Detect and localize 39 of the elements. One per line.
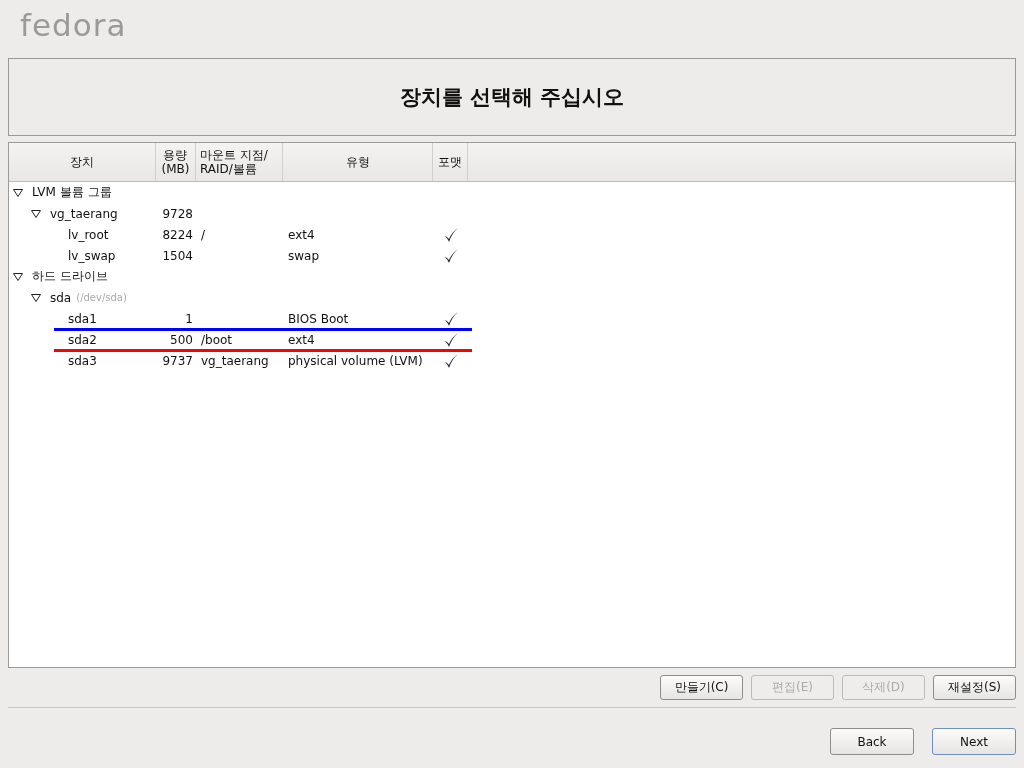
- device-path: (/dev/sda): [76, 292, 127, 303]
- type-cell: swap: [288, 248, 320, 263]
- device-name: sda1: [68, 311, 97, 326]
- size-cell: 8224: [162, 227, 193, 242]
- nav-button[interactable]: Back: [830, 728, 914, 755]
- size-cell: 500: [170, 332, 193, 347]
- type-cell: physical volume (LVM): [288, 353, 423, 368]
- device-name: 하드 드라이브: [32, 268, 108, 285]
- page-title: 장치를 선택해 주십시오: [399, 84, 625, 111]
- column-header[interactable]: 유형: [283, 143, 433, 181]
- expander-icon[interactable]: [13, 188, 23, 197]
- fedora-logo: fedora: [20, 6, 127, 45]
- device-name: lv_root: [68, 227, 109, 242]
- device-name: lv_swap: [68, 248, 116, 263]
- type-cell: ext4: [288, 332, 315, 347]
- device-name: vg_taerang: [50, 206, 118, 221]
- size-cell: 1: [185, 311, 193, 326]
- action-button[interactable]: 재설정(S): [933, 675, 1016, 700]
- mount-cell: /boot: [201, 332, 233, 347]
- device-name: sda3: [68, 353, 97, 368]
- column-header[interactable]: 마운트 지점/ RAID/볼륨: [196, 143, 283, 181]
- size-cell: 9728: [162, 206, 193, 221]
- mount-cell: vg_taerang: [201, 353, 269, 368]
- device-name: sda: [50, 290, 72, 305]
- column-header[interactable]: 장치: [9, 143, 156, 181]
- type-cell: BIOS Boot: [288, 311, 349, 326]
- type-cell: ext4: [288, 227, 315, 242]
- column-header[interactable]: 용량 (MB): [156, 143, 196, 181]
- nav-button[interactable]: Next: [932, 728, 1016, 755]
- action-button[interactable]: 만들기(C): [660, 675, 743, 700]
- mount-cell: /: [201, 227, 206, 242]
- size-cell: 1504: [162, 248, 193, 263]
- device-name: LVM 볼륨 그룹: [32, 184, 112, 201]
- column-header[interactable]: 포맷: [433, 143, 468, 181]
- expander-icon[interactable]: [31, 293, 41, 302]
- expander-icon[interactable]: [31, 209, 41, 218]
- size-cell: 9737: [162, 353, 193, 368]
- device-name: sda2: [68, 332, 97, 347]
- expander-icon[interactable]: [13, 272, 23, 281]
